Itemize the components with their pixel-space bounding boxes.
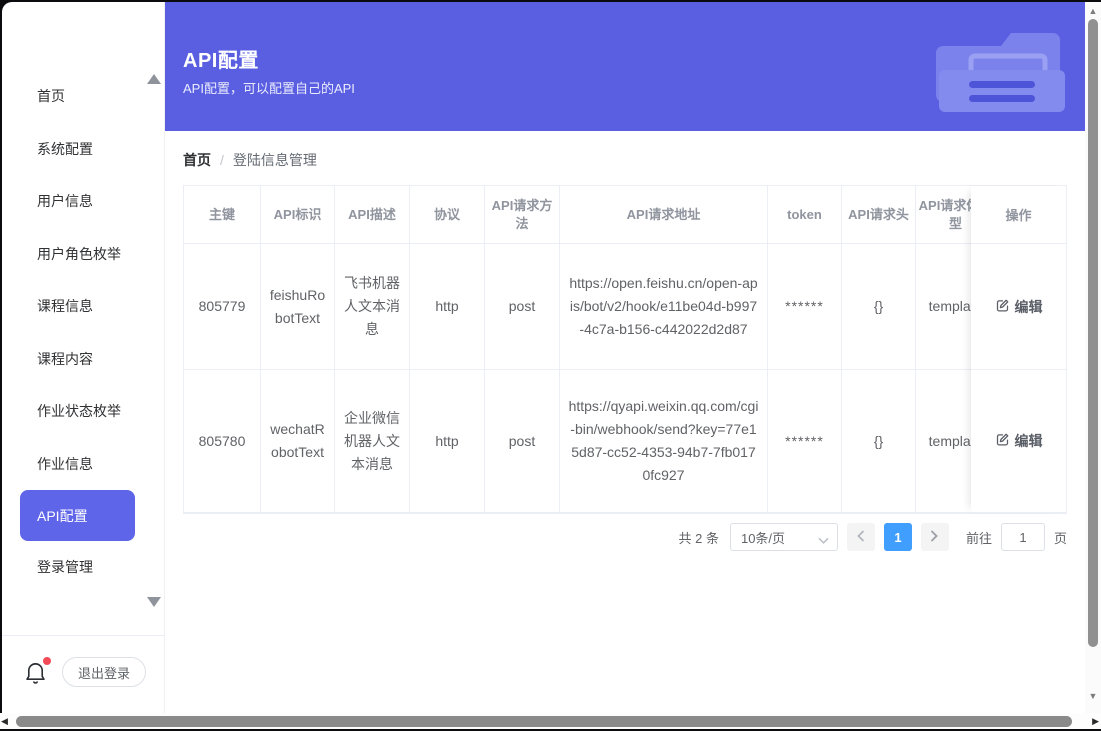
page-size-value: 10条/页: [741, 528, 785, 547]
sidebar-item-course-info[interactable]: 课程信息: [2, 280, 164, 333]
cell-id: 805779: [184, 244, 261, 370]
sidebar-item-label: 首页: [37, 86, 65, 106]
sidebar-menu: 首页 系统配置 用户信息 用户角色枚举 课程信息 课程内容 作业状态枚举 作业信…: [2, 70, 164, 594]
chevron-left-icon: [856, 529, 865, 545]
pagination-bar: 共 2 条 10条/页 1 前往 页: [183, 523, 1067, 551]
cell-protocol: http: [410, 244, 485, 370]
sidebar-item-course-content[interactable]: 课程内容: [2, 333, 164, 386]
pagination-total: 共 2 条: [679, 528, 719, 547]
cell-id: 805780: [184, 370, 261, 513]
page-subtitle: API配置，可以配置自己的API: [183, 78, 355, 97]
edit-button[interactable]: 编辑: [995, 297, 1043, 317]
cell-token: ******: [768, 244, 842, 370]
sidebar-item-homework-info[interactable]: 作业信息: [2, 438, 164, 491]
column-header-token: token: [768, 186, 842, 244]
prev-page-button[interactable]: [847, 523, 875, 551]
sidebar-item-label: 用户信息: [37, 191, 93, 211]
column-header-id: 主键: [184, 186, 261, 244]
notification-badge: [43, 657, 51, 665]
goto-label: 前往: [966, 528, 992, 547]
logout-button[interactable]: 退出登录: [62, 657, 146, 687]
sidebar-item-login-management[interactable]: 登录管理: [2, 541, 164, 594]
sidebar-footer: 退出登录: [2, 635, 164, 713]
horizontal-scrollbar-thumb[interactable]: [16, 716, 1072, 727]
vertical-scrollbar-thumb[interactable]: [1088, 19, 1098, 647]
scroll-right-arrow-icon[interactable]: ▶: [1092, 715, 1099, 727]
scroll-left-arrow-icon[interactable]: ◀: [1, 715, 8, 727]
breadcrumb-home-link[interactable]: 首页: [183, 150, 211, 170]
cell-request-headers: {}: [842, 370, 916, 513]
bell-icon: [24, 672, 47, 689]
folder-illustration-icon: [927, 26, 1075, 117]
cell-api-desc: 飞书机器人文本消息: [335, 244, 410, 370]
sidebar-item-system-config[interactable]: 系统配置: [2, 123, 164, 176]
sidebar-item-home[interactable]: 首页: [2, 70, 164, 123]
edit-button[interactable]: 编辑: [995, 431, 1043, 451]
horizontal-scrollbar[interactable]: ◀ ▶: [0, 713, 1101, 729]
fixed-operation-column: 操作 编辑: [971, 186, 1066, 513]
api-table: 主键 API标识 API描述 协议 API请求方法 API请求地址 token …: [183, 185, 1067, 514]
cell-api-key: feishuRobotText: [261, 244, 335, 370]
column-header-api-key: API标识: [261, 186, 335, 244]
sidebar-item-api-config[interactable]: API配置: [20, 490, 135, 541]
content-area: 首页 / 登陆信息管理 主键 API标识 API描述 协议 API请求方法 AP…: [165, 131, 1085, 713]
edit-button-label: 编辑: [1015, 431, 1043, 451]
cell-api-desc: 企业微信机器人文本消息: [335, 370, 410, 513]
column-header-method: API请求方法: [485, 186, 560, 244]
sidebar-item-label: 课程信息: [37, 296, 93, 316]
column-header-operation: 操作: [971, 186, 1066, 244]
cell-api-key: wechatRobotText: [261, 370, 335, 513]
main-area: API配置 API配置，可以配置自己的API 首页 / 登陆信息管理 主键 AP…: [165, 2, 1085, 713]
breadcrumb: 首页 / 登陆信息管理: [183, 151, 1067, 169]
table-row: 805779 feishuRobotText 飞书机器人文本消息 http po…: [184, 244, 996, 370]
chevron-right-icon: [930, 529, 939, 545]
page-unit-label: 页: [1054, 528, 1067, 547]
cell-protocol: http: [410, 370, 485, 513]
scroll-up-arrow-icon[interactable]: ▲: [1085, 5, 1101, 17]
page-size-select[interactable]: 10条/页: [730, 523, 838, 551]
column-header-api-desc: API描述: [335, 186, 410, 244]
sidebar-scroll-down-icon[interactable]: [147, 597, 161, 607]
sidebar-item-label: 登录管理: [37, 557, 93, 577]
page-title: API配置: [183, 44, 259, 73]
cell-method: post: [485, 244, 560, 370]
page-number-button[interactable]: 1: [884, 523, 912, 551]
sidebar-item-homework-status-enum[interactable]: 作业状态枚举: [2, 385, 164, 438]
edit-icon: [995, 432, 1010, 450]
cell-request-headers: {}: [842, 244, 916, 370]
logout-label: 退出登录: [78, 663, 130, 682]
cell-url: https://qyapi.weixin.qq.com/cgi-bin/webh…: [560, 370, 768, 513]
sidebar-item-label: 课程内容: [37, 349, 93, 369]
table-header-row: 主键 API标识 API描述 协议 API请求方法 API请求地址 token …: [184, 186, 996, 244]
sidebar-item-label: 用户角色枚举: [37, 244, 121, 264]
cell-url: https://open.feishu.cn/open-apis/bot/v2/…: [560, 244, 768, 370]
chevron-down-icon: [818, 533, 829, 548]
column-header-url: API请求地址: [560, 186, 768, 244]
sidebar-item-label: 系统配置: [37, 139, 93, 159]
edit-icon: [995, 298, 1010, 316]
sidebar-item-label: API配置: [37, 506, 88, 526]
sidebar-item-label: 作业信息: [37, 454, 93, 474]
next-page-button[interactable]: [921, 523, 949, 551]
scroll-down-arrow-icon[interactable]: ▼: [1085, 690, 1101, 702]
sidebar-item-label: 作业状态枚举: [37, 401, 121, 421]
page-banner: API配置 API配置，可以配置自己的API: [165, 2, 1085, 131]
table-row: 805780 wechatRobotText 企业微信机器人文本消息 http …: [184, 370, 996, 513]
goto-page-input[interactable]: [1001, 523, 1045, 551]
breadcrumb-separator: /: [220, 152, 224, 168]
sidebar-item-user-role-enum[interactable]: 用户角色枚举: [2, 228, 164, 281]
notification-bell-button[interactable]: [24, 660, 50, 686]
column-header-request-headers: API请求头: [842, 186, 916, 244]
sidebar: 首页 系统配置 用户信息 用户角色枚举 课程信息 课程内容 作业状态枚举 作业信…: [2, 2, 165, 713]
operation-cell: 编辑: [971, 244, 1066, 370]
edit-button-label: 编辑: [1015, 297, 1043, 317]
sidebar-item-user-info[interactable]: 用户信息: [2, 175, 164, 228]
cell-token: ******: [768, 370, 842, 513]
column-header-protocol: 协议: [410, 186, 485, 244]
breadcrumb-current: 登陆信息管理: [233, 150, 317, 170]
operation-cell: 编辑: [971, 370, 1066, 513]
vertical-scrollbar[interactable]: ▲ ▼: [1085, 2, 1101, 713]
cell-method: post: [485, 370, 560, 513]
